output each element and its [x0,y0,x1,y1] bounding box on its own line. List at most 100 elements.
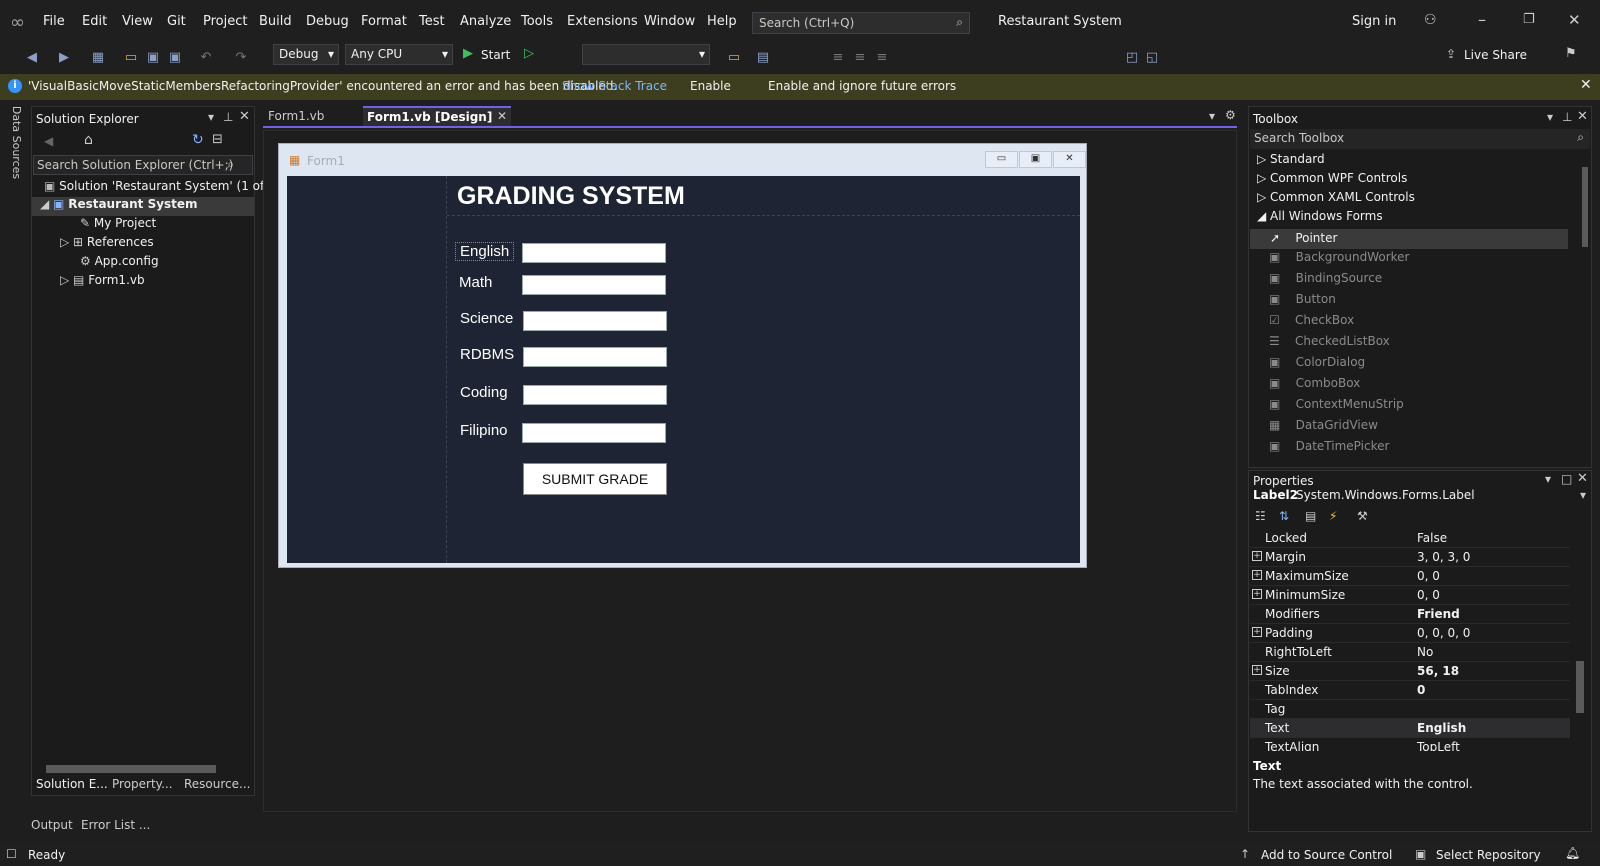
redo-icon[interactable]: ↷ [233,50,249,66]
menu-window[interactable]: Window [644,14,695,29]
expand-icon[interactable]: + [1252,665,1262,675]
platform-select[interactable]: Any CPU ▾ [345,44,453,65]
toolbox-item[interactable]: ▦ DataGridView [1249,418,1569,438]
menu-format[interactable]: Format [361,14,407,29]
menu-view[interactable]: View [122,14,153,29]
menu-build[interactable]: Build [259,14,292,29]
tree-item-my-project[interactable]: ✎ My Project [80,216,156,235]
infobar-close-icon[interactable]: ✕ [1580,77,1592,93]
toolbox-item[interactable]: ☰ CheckedListBox [1249,334,1569,354]
close-panel-icon[interactable]: ✕ [1577,109,1588,124]
dropdown-icon[interactable]: ▾ [1547,110,1553,124]
menu-extensions[interactable]: Extensions [567,14,638,29]
expand-icon[interactable]: + [1252,589,1262,599]
form-minimize-icon[interactable]: ▭ [985,151,1018,168]
property-row[interactable]: RightToLeft No [1250,643,1570,662]
show-stack-trace-link[interactable]: Show Stack Trace [562,79,667,93]
pin-icon[interactable]: ⊥ [1562,110,1572,124]
submit-grade-button[interactable]: SUBMIT GRADE [523,463,667,495]
save-icon[interactable]: ▣ [145,50,161,66]
tree-item-solution[interactable]: ▣ Solution 'Restaurant System' (1 of 1 [44,179,276,198]
toolbox-group-xaml[interactable]: ▷ Common XAML Controls [1257,190,1577,210]
play-icon[interactable]: ▶ [463,46,473,61]
select-repository-button[interactable]: Select Repository [1436,848,1541,862]
label-filipino[interactable]: Filipino [460,422,508,439]
form-close-icon[interactable]: ✕ [1053,151,1086,168]
se-back-icon[interactable]: ◀ [44,134,53,148]
toolbox-item[interactable]: ▣ BindingSource [1249,271,1569,291]
toolbox-item[interactable]: ▣ ContextMenuStrip [1249,397,1569,417]
form-maximize-icon[interactable]: ▣ [1019,151,1052,168]
send-back-icon[interactable]: ◱ [1144,50,1160,66]
toolbox-item[interactable]: ▣ ComboBox [1249,376,1569,396]
menu-debug[interactable]: Debug [306,14,349,29]
toolbox-search-input[interactable]: Search Toolbox ⌕ [1250,129,1590,149]
collapse-all-icon[interactable]: ⊟ [212,132,223,147]
coding-input[interactable] [523,385,667,405]
tab-output[interactable]: Output [31,818,73,832]
events-icon[interactable]: ⚡ [1329,509,1337,523]
align-right-icon[interactable]: ≡ [874,50,890,66]
expand-icon[interactable]: + [1252,570,1262,580]
properties-scrollbar[interactable] [1576,661,1584,713]
expand-icon[interactable]: + [1252,627,1262,637]
save-all-icon[interactable]: ▣ [167,50,183,66]
align-left-icon[interactable]: ≡ [830,50,846,66]
filipino-input[interactable] [522,423,666,443]
tab-resource-view[interactable]: Resource... [184,777,250,791]
settings-icon[interactable]: ⚙ [1225,108,1236,122]
toolbox-item-pointer[interactable]: ➚ Pointer [1250,229,1568,249]
toolbox-scrollbar[interactable] [1582,167,1588,247]
tree-item-form1[interactable]: ▷ ▤ Form1.vb [60,273,145,292]
search-input[interactable]: Search (Ctrl+Q) ⌕ [752,12,970,34]
tab-list-icon[interactable]: ▾ [1209,109,1215,123]
science-input[interactable] [523,311,667,331]
dropdown-icon[interactable]: ▾ [208,110,214,124]
label-coding[interactable]: Coding [460,384,508,401]
menu-help[interactable]: Help [707,14,737,29]
menu-edit[interactable]: Edit [82,14,107,29]
english-input[interactable] [522,243,666,263]
property-row[interactable]: + MinimumSize 0, 0 [1250,586,1570,605]
tab-form1-code[interactable]: Form1.vb [268,109,324,123]
property-row[interactable]: + Size 56, 18 [1250,662,1570,681]
toolbox-group-winforms[interactable]: ◢ All Windows Forms [1257,209,1577,229]
restore-icon[interactable]: ❐ [1523,12,1535,27]
toolbox-group-wpf[interactable]: ▷ Common WPF Controls [1257,171,1577,191]
property-row[interactable]: Locked False [1250,529,1570,548]
property-row[interactable]: + Padding 0, 0, 0, 0 [1250,624,1570,643]
enable-link[interactable]: Enable [690,79,731,93]
property-pages-icon[interactable]: ⚒ [1357,509,1368,523]
pin-icon[interactable]: ⊥ [223,110,233,124]
property-row[interactable]: TabIndex 0 [1250,681,1570,700]
vs-logo-icon[interactable]: ∞ [10,12,32,33]
home-icon[interactable]: ⌂ [84,132,93,148]
label-rdbms[interactable]: RDBMS [460,346,514,363]
open-folder-icon[interactable]: ▭ [123,50,139,66]
tree-item-references[interactable]: ▷ ⊞ References [60,235,154,254]
start-button[interactable]: Start [481,48,510,62]
add-source-control-button[interactable]: Add to Source Control [1261,848,1392,862]
close-panel-icon[interactable]: ✕ [1577,471,1588,486]
close-tab-icon[interactable]: ✕ [497,109,507,123]
layout-icon[interactable]: ▤ [755,50,771,66]
toolbox-item[interactable]: ▣ DateTimePicker [1249,439,1569,459]
label-english[interactable]: English [455,242,515,261]
properties-icon[interactable]: ▤ [1305,509,1316,523]
folder-icon[interactable]: ▭ [726,50,742,66]
form1-window[interactable]: ▦ Form1 ▭ ▣ ✕ GRADING SYSTEM English Mat… [278,143,1087,568]
new-project-icon[interactable]: ▦ [90,50,106,66]
horizontal-scrollbar[interactable] [46,765,216,773]
toolbox-item[interactable]: ▣ ColorDialog [1249,355,1569,375]
menu-file[interactable]: File [43,14,65,29]
start-without-debug-icon[interactable]: ▷ [524,46,534,61]
live-share-button[interactable]: Live Share [1464,48,1527,62]
toolbox-item[interactable]: ▣ Button [1249,292,1569,312]
forward-icon[interactable]: ▶ [56,50,72,66]
toolbox-group-standard[interactable]: ▷ Standard [1257,152,1577,172]
close-icon[interactable]: ✕ [1568,11,1581,29]
refresh-icon[interactable]: ↻ [192,132,204,148]
tab-property-manager[interactable]: Property... [112,777,173,791]
enable-ignore-link[interactable]: Enable and ignore future errors [768,79,956,93]
math-input[interactable] [522,275,666,295]
